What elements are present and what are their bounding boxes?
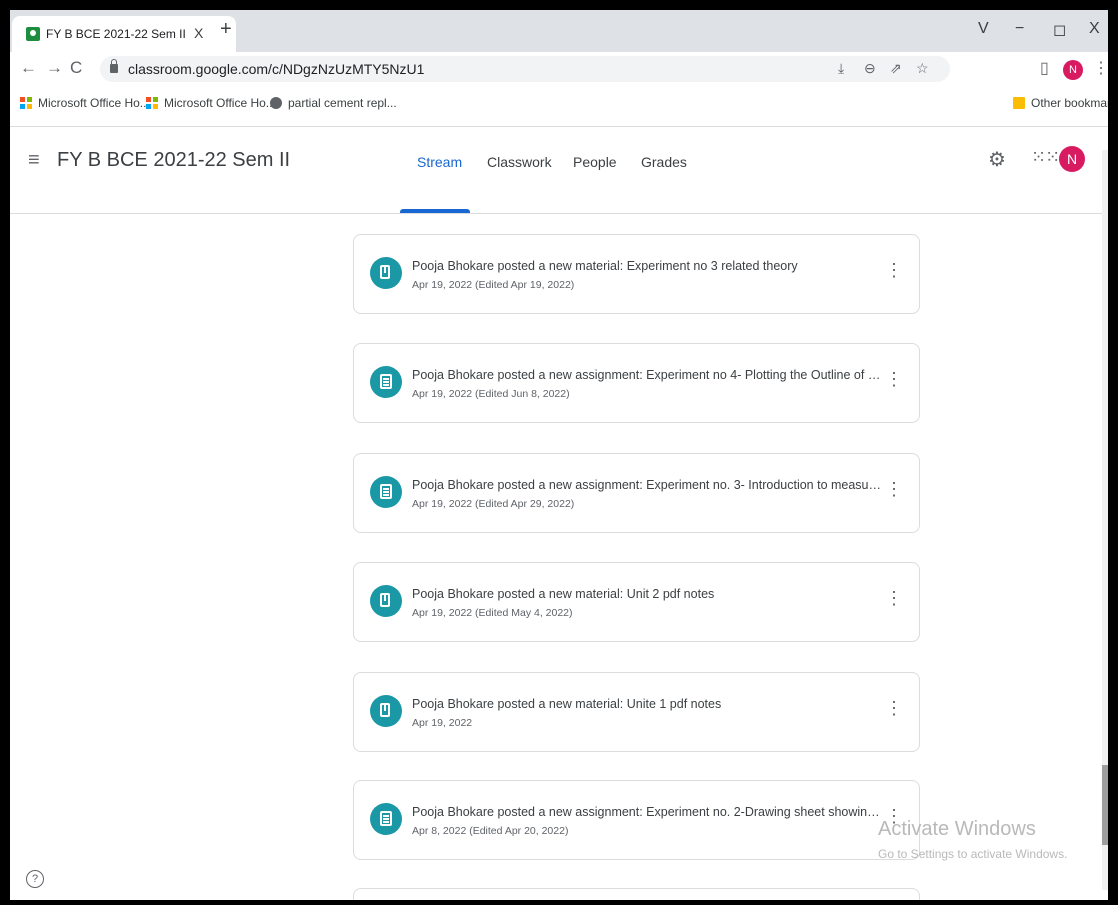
assignment-icon — [370, 476, 402, 508]
menu-icon[interactable]: ≡ — [28, 149, 40, 172]
more-options-icon[interactable]: ⋮ — [884, 480, 904, 498]
scrollbar[interactable] — [1102, 150, 1108, 890]
user-avatar[interactable]: N — [1059, 146, 1085, 172]
globe-icon — [270, 97, 282, 109]
microsoft-logo-icon — [20, 97, 32, 109]
post-date: Apr 19, 2022 — [412, 717, 473, 729]
share-icon[interactable]: ⇗ — [890, 60, 902, 77]
forward-icon[interactable]: → — [46, 58, 63, 78]
url-text[interactable]: classroom.google.com/c/NDgzNzUzMTY5NzU1 — [128, 61, 424, 77]
browser-window: FY B BCE 2021-22 Sem II X + V − ◻ X ← → … — [10, 10, 1108, 900]
stream-post[interactable]: Pooja Bhokare posted a new material: Uni… — [353, 562, 920, 642]
tab-close-icon[interactable]: X — [194, 25, 203, 41]
post-date: Apr 19, 2022 (Edited Jun 8, 2022) — [412, 388, 570, 400]
tab-title: FY B BCE 2021-22 Sem II — [46, 27, 186, 41]
browser-menu-icon[interactable]: ⋮ — [1093, 58, 1108, 78]
tab-classwork[interactable]: Classwork — [487, 154, 552, 170]
post-title[interactable]: Pooja Bhokare posted a new material: Uni… — [412, 697, 882, 711]
zoom-icon[interactable]: ⊖ — [864, 60, 876, 77]
post-title[interactable]: Pooja Bhokare posted a new assignment: E… — [412, 478, 882, 492]
assignment-icon — [370, 366, 402, 398]
activate-windows-watermark: Activate Windows Go to Settings to activ… — [878, 818, 1067, 861]
post-date: Apr 19, 2022 (Edited Apr 29, 2022) — [412, 498, 575, 510]
stream-post[interactable]: Pooja Bhokare posted a new assignment: E… — [353, 343, 920, 423]
restore-button[interactable]: ◻ — [1053, 20, 1066, 40]
bookmark-item[interactable]: Microsoft Office Ho... — [146, 96, 276, 110]
tab-people[interactable]: People — [573, 154, 617, 170]
star-icon[interactable]: ☆ — [916, 60, 929, 77]
stream-post[interactable]: Pooja Bhokare posted a new material: Uni… — [353, 672, 920, 752]
more-options-icon[interactable]: ⋮ — [884, 589, 904, 607]
post-date: Apr 19, 2022 (Edited Apr 19, 2022) — [412, 279, 575, 291]
profile-avatar[interactable]: N — [1063, 60, 1083, 80]
active-tab-indicator — [400, 209, 470, 213]
stream-post[interactable] — [353, 888, 920, 900]
bookmarks-bar: Microsoft Office Ho... Microsoft Office … — [10, 86, 1108, 127]
browser-tab[interactable]: FY B BCE 2021-22 Sem II X — [12, 16, 236, 52]
scrollbar-thumb[interactable] — [1102, 765, 1108, 845]
assignment-icon — [370, 803, 402, 835]
reload-icon[interactable]: C — [70, 58, 82, 78]
tab-search-icon[interactable]: V — [978, 20, 989, 38]
back-icon[interactable]: ← — [20, 58, 37, 78]
microsoft-logo-icon — [146, 97, 158, 109]
more-options-icon[interactable]: ⋮ — [884, 261, 904, 279]
watermark-title: Activate Windows — [878, 818, 1036, 840]
address-bar[interactable]: classroom.google.com/c/NDgzNzUzMTY5NzU1 … — [100, 56, 950, 82]
post-title[interactable]: Pooja Bhokare posted a new material: Exp… — [412, 259, 882, 273]
bookmark-item[interactable]: Microsoft Office Ho... — [20, 96, 150, 110]
tab-grades[interactable]: Grades — [641, 154, 687, 170]
new-tab-button[interactable]: + — [220, 18, 232, 41]
close-window-button[interactable]: X — [1089, 20, 1100, 38]
install-icon[interactable]: ⤓ — [838, 60, 844, 77]
stream-post[interactable]: Pooja Bhokare posted a new assignment: E… — [353, 780, 920, 860]
side-panel-icon[interactable]: ▯ — [1040, 58, 1049, 78]
post-date: Apr 19, 2022 (Edited May 4, 2022) — [412, 607, 573, 619]
post-title[interactable]: Pooja Bhokare posted a new assignment: E… — [412, 805, 882, 819]
classroom-favicon-icon — [26, 27, 40, 41]
lock-icon — [110, 59, 118, 73]
stream-post[interactable]: Pooja Bhokare posted a new material: Exp… — [353, 234, 920, 314]
tab-stream[interactable]: Stream — [417, 154, 462, 170]
tab-strip: FY B BCE 2021-22 Sem II X + V − ◻ X — [10, 10, 1108, 52]
minimize-button[interactable]: − — [1015, 20, 1024, 38]
gear-icon[interactable]: ⚙ — [988, 147, 1006, 172]
post-title[interactable]: Pooja Bhokare posted a new assignment: E… — [412, 368, 882, 382]
class-title[interactable]: FY B BCE 2021-22 Sem II — [57, 149, 290, 172]
more-options-icon[interactable]: ⋮ — [884, 699, 904, 717]
stream-post[interactable]: Pooja Bhokare posted a new assignment: E… — [353, 453, 920, 533]
classroom-header: ≡ FY B BCE 2021-22 Sem II Stream Classwo… — [10, 127, 1108, 214]
more-options-icon[interactable]: ⋮ — [884, 370, 904, 388]
apps-grid-icon[interactable]: ⁙⁙ — [1031, 147, 1060, 168]
other-bookmarks[interactable]: Other bookmarks — [1013, 96, 1108, 110]
material-icon — [370, 695, 402, 727]
post-title[interactable]: Pooja Bhokare posted a new material: Uni… — [412, 587, 882, 601]
material-icon — [370, 257, 402, 289]
help-icon[interactable]: ? — [26, 870, 44, 888]
material-icon — [370, 585, 402, 617]
browser-toolbar: ← → C classroom.google.com/c/NDgzNzUzMTY… — [10, 52, 1108, 86]
post-date: Apr 8, 2022 (Edited Apr 20, 2022) — [412, 825, 569, 837]
folder-icon — [1013, 97, 1025, 109]
watermark-subtitle: Go to Settings to activate Windows. — [878, 847, 1068, 861]
bookmark-item[interactable]: partial cement repl... — [270, 96, 397, 110]
